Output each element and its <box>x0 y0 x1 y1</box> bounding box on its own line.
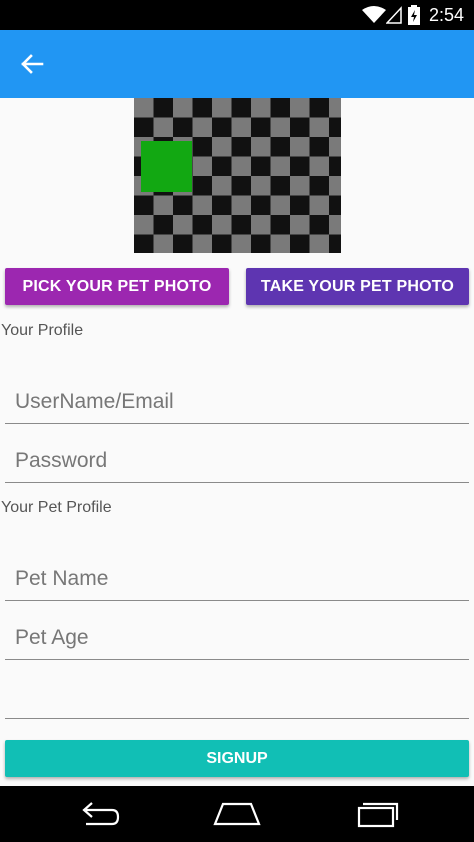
app-bar <box>0 30 474 98</box>
back-nav-icon[interactable] <box>68 796 128 832</box>
signup-screen: 2:54 PICK YOUR PET PHOTO TAKE YOUR PET P… <box>0 0 474 842</box>
back-arrow-icon[interactable] <box>14 46 50 82</box>
pick-pet-photo-button[interactable]: PICK YOUR PET PHOTO <box>5 268 229 305</box>
wifi-icon <box>362 6 386 23</box>
pet-photo-preview <box>134 98 341 253</box>
your-pet-profile-label: Your Pet Profile <box>1 499 112 516</box>
password-field[interactable] <box>5 439 469 483</box>
battery-icon <box>408 5 420 25</box>
take-pet-photo-button[interactable]: TAKE YOUR PET PHOTO <box>246 268 469 305</box>
pet-age-field[interactable] <box>5 616 469 660</box>
clock: 2:54 <box>428 5 464 25</box>
pet-photo-placeholder-square <box>141 141 192 192</box>
signal-icon <box>386 6 402 24</box>
navigation-bar <box>0 786 474 842</box>
home-nav-icon[interactable] <box>207 796 267 832</box>
your-profile-label: Your Profile <box>1 322 84 339</box>
extra-field[interactable] <box>5 675 469 719</box>
signup-button[interactable]: SIGNUP <box>5 740 469 777</box>
recents-nav-icon[interactable] <box>347 796 407 832</box>
status-bar: 2:54 <box>0 0 474 30</box>
pet-name-field[interactable] <box>5 557 469 601</box>
username-email-field[interactable] <box>5 380 469 424</box>
